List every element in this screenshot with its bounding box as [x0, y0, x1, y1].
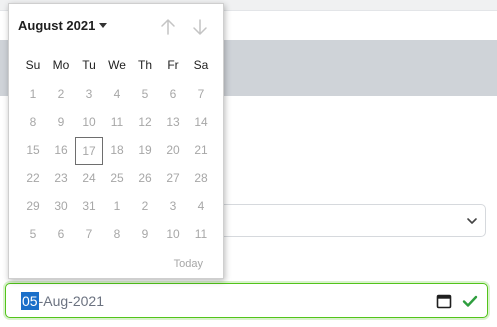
day-cell[interactable]: 21	[187, 137, 215, 165]
day-cell[interactable]: 8	[103, 221, 131, 249]
week-row: 29 30 31 1 2 3 4	[19, 193, 215, 221]
weekday-label: Sa	[193, 58, 209, 72]
week-row: 15 16 17 18 19 20 21	[19, 137, 215, 165]
day-cell[interactable]: 11	[187, 221, 215, 249]
day-cell[interactable]: 6	[159, 81, 187, 109]
weekday-label: Su	[25, 58, 41, 72]
week-row: 5 6 7 8 9 10 11	[19, 221, 215, 249]
day-cell[interactable]: 25	[103, 165, 131, 193]
day-cell[interactable]: 9	[131, 221, 159, 249]
day-cell[interactable]: 7	[187, 81, 215, 109]
day-cell[interactable]: 13	[159, 109, 187, 137]
day-cell[interactable]: 8	[19, 109, 47, 137]
day-cell[interactable]: 27	[159, 165, 187, 193]
calendar-grid: Su Mo Tu We Th Fr Sa 1 2 3 4 5 6 7 8 9 1…	[19, 53, 215, 249]
day-cell[interactable]: 30	[47, 193, 75, 221]
today-day-cell[interactable]: 17	[75, 137, 103, 165]
arrow-down-icon[interactable]	[191, 17, 209, 37]
weekday-label: Th	[137, 58, 152, 72]
background-select[interactable]	[212, 204, 486, 237]
day-cell[interactable]: 23	[47, 165, 75, 193]
week-row: 1 2 3 4 5 6 7	[19, 81, 215, 109]
week-row: 22 23 24 25 26 27 28	[19, 165, 215, 193]
day-cell[interactable]: 10	[159, 221, 187, 249]
weekday-label: Tu	[82, 58, 96, 72]
date-input-text: 05-Aug-2021	[21, 292, 104, 310]
day-cell[interactable]: 6	[47, 221, 75, 249]
day-cell[interactable]: 22	[19, 165, 47, 193]
day-cell[interactable]: 3	[159, 193, 187, 221]
day-cell[interactable]: 4	[103, 81, 131, 109]
day-cell[interactable]: 20	[159, 137, 187, 165]
day-cell[interactable]: 24	[75, 165, 103, 193]
month-year-label: August 2021	[18, 18, 96, 33]
day-cell[interactable]: 10	[75, 109, 103, 137]
caret-down-icon	[99, 23, 108, 29]
month-year-dropdown[interactable]: August 2021	[18, 18, 108, 33]
calendar-icon[interactable]	[435, 292, 453, 310]
day-segment[interactable]: 05	[21, 292, 39, 310]
day-cell[interactable]: 28	[187, 165, 215, 193]
day-cell[interactable]: 16	[47, 137, 75, 165]
weekday-label: We	[108, 58, 126, 72]
day-cell[interactable]: 4	[187, 193, 215, 221]
day-cell[interactable]: 14	[187, 109, 215, 137]
calendar-popup: August 2021 Su Mo Tu We Th Fr Sa 1 2 3 4	[8, 3, 224, 279]
weekday-label: Mo	[52, 58, 70, 72]
day-cell[interactable]: 15	[19, 137, 47, 165]
day-cell[interactable]: 26	[131, 165, 159, 193]
day-cell[interactable]: 2	[47, 81, 75, 109]
chevron-down-icon	[467, 218, 477, 224]
month-segment[interactable]: Aug	[43, 292, 68, 310]
week-row: 8 9 10 11 12 13 14	[19, 109, 215, 137]
day-cell[interactable]: 19	[131, 137, 159, 165]
day-cell[interactable]: 3	[75, 81, 103, 109]
day-cell[interactable]: 29	[19, 193, 47, 221]
page: 05-Aug-2021 August 2021 Su Mo Tu We Th F…	[0, 0, 497, 327]
day-cell[interactable]: 2	[131, 193, 159, 221]
day-cell[interactable]: 9	[47, 109, 75, 137]
arrow-up-icon[interactable]	[159, 17, 177, 37]
day-cell[interactable]: 18	[103, 137, 131, 165]
day-cell[interactable]: 7	[75, 221, 103, 249]
day-cell[interactable]: 12	[131, 109, 159, 137]
day-cell[interactable]: 1	[19, 81, 47, 109]
year-segment[interactable]: 2021	[73, 292, 104, 310]
date-input[interactable]: 05-Aug-2021	[5, 283, 488, 318]
weekday-label: Fr	[167, 58, 179, 72]
day-cell[interactable]: 5	[19, 221, 47, 249]
checkmark-icon	[462, 295, 478, 307]
day-cell[interactable]: 31	[75, 193, 103, 221]
day-cell[interactable]: 11	[103, 109, 131, 137]
today-button[interactable]: Today	[174, 258, 203, 270]
day-cell[interactable]: 5	[131, 81, 159, 109]
day-cell[interactable]: 1	[103, 193, 131, 221]
weekday-header: Su Mo Tu We Th Fr Sa	[19, 53, 215, 81]
